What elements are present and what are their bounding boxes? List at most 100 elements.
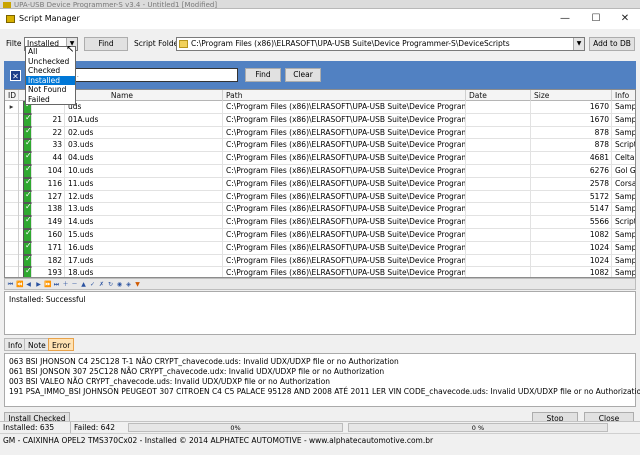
prev-page-icon[interactable]: ⏪ xyxy=(16,281,23,288)
search-find-button[interactable]: Find xyxy=(245,68,281,82)
row-indicator xyxy=(5,203,19,217)
prev-icon[interactable]: ◀ xyxy=(25,281,32,288)
installed-count: Installed: 635 xyxy=(3,423,55,432)
row-checkbox[interactable] xyxy=(23,177,32,191)
cell-date xyxy=(466,139,531,153)
table-row[interactable]: 11611.udsC:\Program Files (x86)\ELRASOFT… xyxy=(5,177,635,191)
edit-icon[interactable]: ▲ xyxy=(80,281,87,288)
cell-id: 182 xyxy=(35,254,65,268)
toolbar: Filte Installed ▼ Find Script Folde C:\P… xyxy=(0,29,640,56)
table-row[interactable]: 13813.udsC:\Program Files (x86)\ELRASOFT… xyxy=(5,203,635,217)
cell-size: 5172 xyxy=(531,190,612,204)
row-checkbox[interactable] xyxy=(23,126,32,140)
cell-date xyxy=(466,113,531,127)
table-row[interactable]: 2101A.udsC:\Program Files (x86)\ELRASOFT… xyxy=(5,113,635,127)
mouse-cursor-icon: ↖ xyxy=(66,44,75,55)
row-indicator xyxy=(5,164,19,178)
tab-info[interactable]: Info xyxy=(4,338,27,351)
row-checkbox[interactable] xyxy=(23,139,32,153)
table-row[interactable]: 16015.udsC:\Program Files (x86)\ELRASOFT… xyxy=(5,228,635,242)
insert-icon[interactable]: ＋ xyxy=(62,281,69,288)
col-id[interactable]: ID xyxy=(5,90,19,101)
cell-size: 1670 xyxy=(531,101,612,114)
status-panel: Installed: Successful xyxy=(4,291,636,335)
table-row[interactable]: 3303.udsC:\Program Files (x86)\ELRASOFT\… xyxy=(5,139,635,153)
tab-error[interactable]: Error xyxy=(48,338,75,351)
row-checkbox[interactable] xyxy=(23,190,32,204)
filter-option-unchecked[interactable]: Unchecked xyxy=(26,57,75,67)
cell-id: 138 xyxy=(35,203,65,217)
cell-date xyxy=(466,152,531,165)
find-button[interactable]: Find xyxy=(84,37,128,51)
grid-header: ID Name Path Date Size Info xyxy=(5,90,635,101)
table-row[interactable]: 4404.udsC:\Program Files (x86)\ELRASOFT\… xyxy=(5,152,635,165)
table-row[interactable]: 12712.udsC:\Program Files (x86)\ELRASOFT… xyxy=(5,190,635,204)
script-folder-select[interactable]: C:\Program Files (x86)\ELRASOFT\UPA-USB … xyxy=(176,37,585,51)
goto-bookmark-icon[interactable]: ◈ xyxy=(125,281,132,288)
row-checkbox[interactable] xyxy=(23,267,32,277)
row-checkbox[interactable] xyxy=(23,113,32,127)
cell-name: 03.uds xyxy=(65,139,223,153)
cancel-icon[interactable]: ✗ xyxy=(98,281,105,288)
tab-note[interactable]: Note xyxy=(24,338,50,351)
row-checkbox[interactable] xyxy=(23,164,32,178)
col-info[interactable]: Info xyxy=(612,90,635,101)
filter-option-not-found[interactable]: Not Found xyxy=(26,85,75,95)
col-date[interactable]: Date xyxy=(466,90,531,101)
current-row-indicator-icon: ▸ xyxy=(5,101,19,114)
cell-size: 5566 xyxy=(531,216,612,229)
close-panel-icon[interactable]: ✕ xyxy=(10,70,21,81)
row-checkbox[interactable] xyxy=(23,216,32,229)
next-icon[interactable]: ▶ xyxy=(35,281,42,288)
filter-option-installed[interactable]: Installed xyxy=(26,75,75,85)
maximize-button[interactable]: ☐ xyxy=(581,9,611,29)
cell-path: C:\Program Files (x86)\ELRASOFT\UPA-USB … xyxy=(223,164,466,178)
table-row[interactable]: 18217.udsC:\Program Files (x86)\ELRASOFT… xyxy=(5,254,635,268)
bookmark-icon[interactable]: ◉ xyxy=(116,281,123,288)
row-checkbox[interactable] xyxy=(23,241,32,255)
row-checkbox[interactable] xyxy=(23,228,32,242)
last-icon[interactable]: ⏭ xyxy=(53,281,60,288)
table-row[interactable]: 19318.udsC:\Program Files (x86)\ELRASOFT… xyxy=(5,267,635,277)
progress-bar-1: 0% xyxy=(128,423,343,432)
table-row[interactable]: 2202.udsC:\Program Files (x86)\ELRASOFT\… xyxy=(5,126,635,140)
table-row[interactable]: ▸ udsC:\Program Files (x86)\ELRASOFT\UPA-… xyxy=(5,101,635,114)
row-indicator xyxy=(5,177,19,191)
next-page-icon[interactable]: ⏩ xyxy=(44,281,51,288)
filter-icon[interactable]: ▼ xyxy=(134,281,141,288)
row-checkbox[interactable] xyxy=(23,152,32,165)
add-to-db-button[interactable]: Add to DB xyxy=(589,37,635,51)
table-row[interactable]: 17116.udsC:\Program Files (x86)\ELRASOFT… xyxy=(5,241,635,255)
col-size[interactable]: Size xyxy=(531,90,612,101)
progress-2-value: 0 % xyxy=(471,424,485,432)
delete-icon[interactable]: － xyxy=(71,281,78,288)
cell-name: 04.uds xyxy=(65,152,223,165)
cell-info: Corsa... xyxy=(612,178,635,191)
row-checkbox[interactable] xyxy=(23,203,32,217)
status-text: Installed: Successful xyxy=(9,295,86,304)
cell-date xyxy=(466,177,531,191)
first-icon[interactable]: ⏮ xyxy=(7,281,14,288)
chevron-down-icon[interactable]: ▼ xyxy=(573,38,584,50)
filter-option-checked[interactable]: Checked xyxy=(26,66,75,76)
post-icon[interactable]: ✓ xyxy=(89,281,96,288)
filter-option-failed[interactable]: Failed xyxy=(26,95,75,105)
cell-name: uds xyxy=(65,101,223,114)
minimize-button[interactable]: — xyxy=(550,9,580,29)
search-input[interactable]: ch... xyxy=(60,68,238,82)
cell-name: 01A.uds xyxy=(65,113,223,127)
table-row[interactable]: 14914.udsC:\Program Files (x86)\ELRASOFT… xyxy=(5,216,635,229)
row-indicator xyxy=(5,126,19,140)
script-folder-path: C:\Program Files (x86)\ELRASOFT\UPA-USB … xyxy=(191,39,510,48)
table-row[interactable]: 10410.udsC:\Program Files (x86)\ELRASOFT… xyxy=(5,164,635,178)
refresh-icon[interactable]: ↻ xyxy=(107,281,114,288)
cell-path: C:\Program Files (x86)\ELRASOFT\UPA-USB … xyxy=(223,126,466,140)
cell-id: 21 xyxy=(35,113,65,127)
search-clear-button[interactable]: Clear xyxy=(285,68,321,82)
row-checkbox[interactable] xyxy=(23,254,32,268)
close-window-button[interactable]: ✕ xyxy=(610,9,640,29)
error-log: 063 BSI JHONSON C4 25C128 T-1 NÃO CRYPT_… xyxy=(4,353,640,407)
col-path[interactable]: Path xyxy=(223,90,466,101)
cell-info: Celta... xyxy=(612,152,635,165)
cell-date xyxy=(466,241,531,255)
